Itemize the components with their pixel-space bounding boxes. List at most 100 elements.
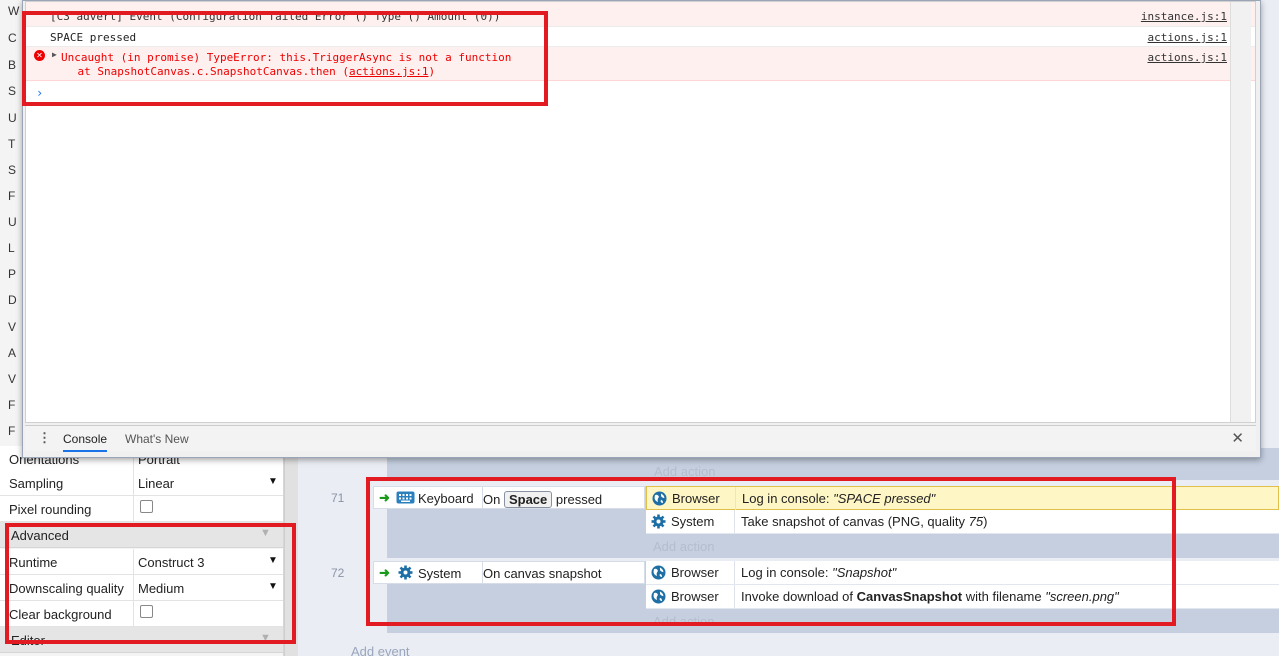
prop-label: Downscaling quality (9, 581, 124, 596)
prop-label: Runtime (9, 555, 58, 570)
panel-fragment: L (8, 241, 15, 255)
condition-row[interactable]: ➜ Keyboard On Space pressed (373, 486, 645, 509)
globe-icon (651, 589, 666, 604)
console-source-link[interactable]: actions.js:1 (1148, 51, 1227, 64)
prop-row-runtime[interactable]: Runtime Construct 3 ▼ (0, 549, 283, 575)
section-title: Advanced (11, 528, 69, 543)
action-object: Browser (671, 589, 719, 604)
prop-row-pixel-rounding[interactable]: Pixel rounding (0, 496, 283, 522)
console-message: SPACE pressed (50, 31, 137, 44)
collapse-caret-icon[interactable]: ▼ (260, 632, 271, 644)
action-row[interactable]: Browser Log in console: "Snapshot" (646, 561, 1279, 585)
action-row[interactable]: System Take snapshot of canvas (PNG, qua… (646, 510, 1279, 534)
panel-fragment: W (8, 4, 20, 18)
column-divider (734, 585, 735, 608)
trigger-arrow-icon: ➜ (379, 565, 390, 580)
prop-label: Clear background (9, 607, 112, 622)
prop-row-downscaling[interactable]: Downscaling quality Medium ▼ (0, 575, 283, 601)
clear-background-checkbox[interactable] (140, 605, 153, 618)
panel-fragment: U (8, 111, 17, 125)
condition-text: On Space pressed (483, 491, 602, 508)
column-divider (734, 561, 735, 584)
console-line: [C3 advert] Event (Configuration failed … (26, 2, 1255, 27)
console-output: [C3 advert] Event (Configuration failed … (25, 1, 1256, 423)
panel-fragment: A (8, 346, 17, 360)
prop-divider (133, 470, 134, 496)
console-prompt-icon[interactable]: › (36, 86, 43, 100)
panel-fragment: F (8, 398, 16, 412)
console-source-link[interactable]: instance.js:1 (1141, 10, 1227, 23)
action-suffix: ) (983, 514, 988, 529)
add-event-link[interactable]: Add event (351, 644, 410, 656)
condition-row[interactable]: ➜ System On canvas snapshot (373, 561, 645, 584)
globe-icon (652, 491, 667, 506)
prop-row-sampling[interactable]: Sampling Linear ▼ (0, 470, 283, 496)
drawer-menu-icon[interactable]: ⋮ (38, 430, 51, 446)
stack-source-link[interactable]: actions.js:1 (349, 65, 428, 78)
stack-suffix: ) (428, 65, 436, 78)
action-text: Log in console: "Snapshot" (741, 565, 896, 580)
console-scrollbar[interactable] (1230, 2, 1251, 422)
error-message: Uncaught (in promise) TypeError: this.Tr… (61, 51, 512, 64)
close-icon[interactable]: ✕ (1231, 429, 1244, 447)
condition-object: Keyboard (418, 491, 474, 506)
console-message: [C3 advert] Event (Configuration failed … (50, 10, 501, 23)
action-prefix: Log in console: (742, 491, 834, 506)
pixel-rounding-checkbox[interactable] (140, 500, 153, 513)
condition-prefix: On (483, 492, 501, 507)
action-text: Log in console: "SPACE pressed" (742, 491, 935, 506)
action-object: System (671, 514, 715, 529)
advanced-section-header[interactable]: Advanced ▼ (0, 522, 283, 548)
dropdown-caret-icon[interactable]: ▼ (268, 581, 278, 592)
condition-suffix: pressed (555, 492, 603, 507)
keyboard-icon (396, 491, 415, 504)
add-action-link[interactable]: Add action (654, 464, 715, 479)
action-text: Invoke download of CanvasSnapshot with f… (741, 589, 1119, 604)
tab-whats-new[interactable]: What's New (125, 432, 189, 446)
error-icon: ✕ (34, 50, 45, 61)
stack-prefix: at SnapshotCanvas.c.SnapshotCanvas.then … (51, 65, 350, 78)
downscaling-select[interactable]: Medium (138, 581, 184, 596)
prop-divider (133, 496, 134, 522)
sampling-select[interactable]: Linear (138, 476, 174, 491)
editor-section-header[interactable]: Editor ▼ (0, 627, 283, 653)
devtools-window: [C3 advert] Event (Configuration failed … (22, 0, 1261, 458)
panel-fragment: T (8, 137, 16, 151)
add-action-link[interactable]: Add action (653, 539, 714, 554)
collapse-caret-icon[interactable]: ▼ (260, 527, 271, 539)
prop-divider (133, 601, 134, 627)
key-pill: Space (503, 491, 553, 508)
panel-fragment: F (8, 424, 16, 438)
section-title: Editor (11, 633, 45, 648)
dropdown-caret-icon[interactable]: ▼ (268, 476, 278, 487)
column-divider (735, 487, 736, 510)
event-block-72[interactable]: ➜ System On canvas snapshot Browser Log … (373, 561, 1279, 633)
console-error-line: ✕ ▶ Uncaught (in promise) TypeError: thi… (26, 47, 1255, 81)
console-source-link[interactable]: actions.js:1 (1148, 31, 1227, 44)
condition-object: System (418, 566, 462, 581)
event-block-71[interactable]: ➜ Keyboard On Space pressed Browser Log … (373, 486, 1279, 558)
panel-fragment: S (8, 84, 17, 98)
action-row[interactable]: Browser Log in console: "SPACE pressed" (646, 486, 1279, 510)
prop-row-clear-background[interactable]: Clear background (0, 601, 283, 627)
add-action-link[interactable]: Add action (653, 614, 714, 629)
expand-triangle-icon[interactable]: ▶ (52, 50, 57, 59)
panel-fragment: U (8, 215, 17, 229)
event-number: 71 (331, 491, 345, 505)
prop-divider (133, 549, 134, 575)
error-stack: at SnapshotCanvas.c.SnapshotCanvas.then … (51, 65, 435, 78)
action-row[interactable]: Browser Invoke download of CanvasSnapsho… (646, 585, 1279, 609)
action-object: Browser (672, 491, 720, 506)
action-object: Browser (671, 565, 719, 580)
trigger-arrow-icon: ➜ (379, 490, 390, 505)
tab-console[interactable]: Console (63, 432, 108, 452)
action-param: "Snapshot" (832, 565, 897, 580)
gear-icon (651, 514, 666, 529)
prop-label: Sampling (9, 476, 64, 491)
panel-fragment: P (8, 267, 17, 281)
dropdown-caret-icon[interactable]: ▼ (268, 555, 278, 566)
action-prefix: Log in console: (741, 565, 833, 580)
runtime-select[interactable]: Construct 3 (138, 555, 204, 570)
action-mid: with filename (962, 589, 1046, 604)
globe-icon (651, 565, 666, 580)
